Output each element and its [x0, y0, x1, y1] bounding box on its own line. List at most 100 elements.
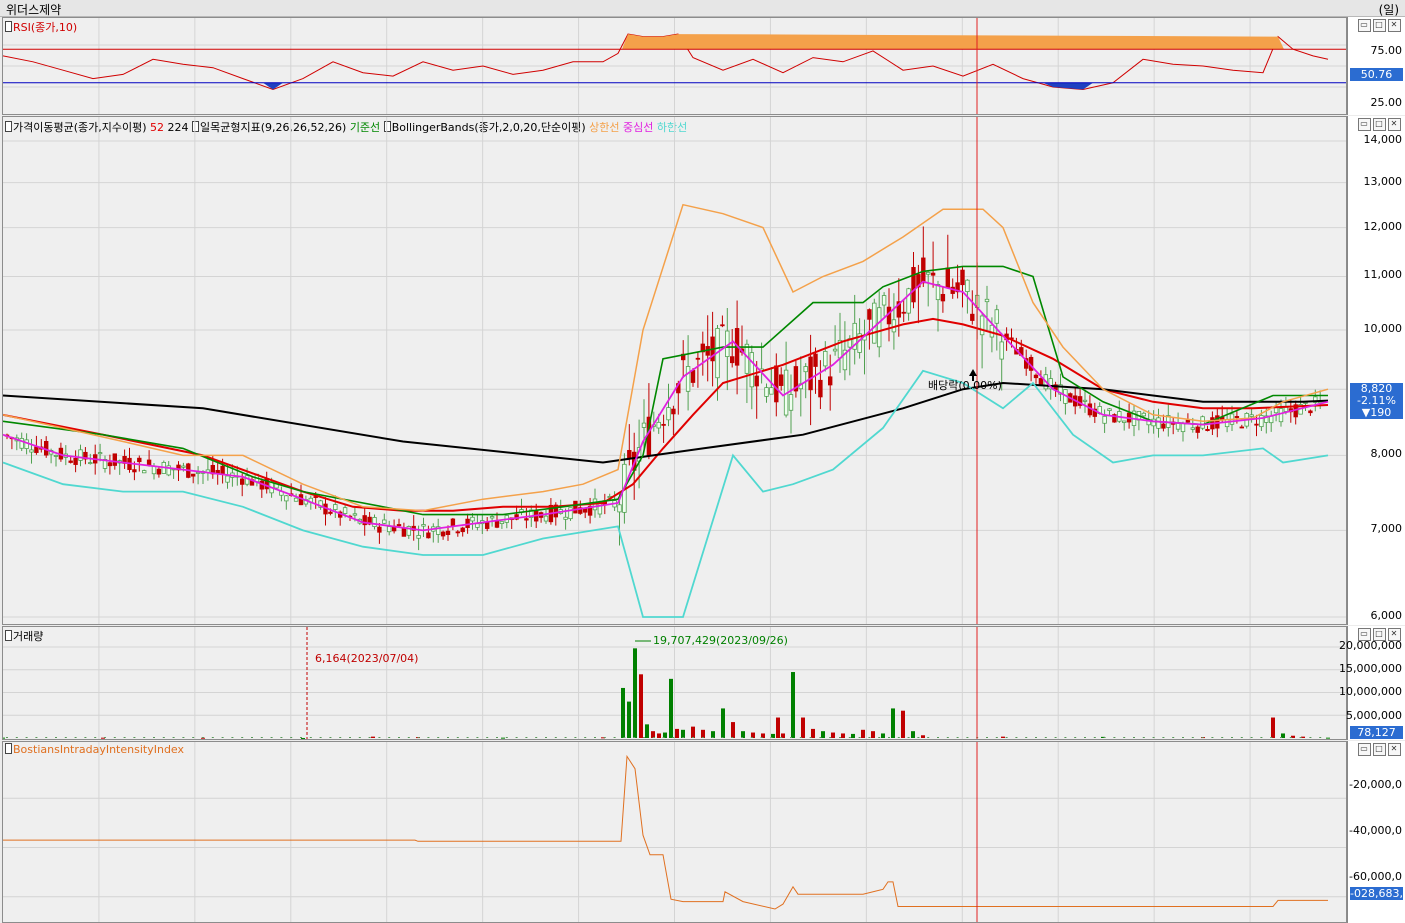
restore-icon[interactable]: ▭ — [1358, 743, 1371, 756]
volume-bar-small — [701, 737, 704, 738]
volume-bar — [791, 672, 795, 738]
period-label[interactable]: (일) — [1379, 1, 1399, 18]
candle-body — [984, 298, 990, 303]
candle-body — [1239, 426, 1244, 429]
volume-bar-small — [1250, 737, 1253, 738]
volume-bar-small — [1289, 737, 1292, 738]
candle-body — [877, 307, 882, 348]
volume-bar-small — [290, 737, 293, 738]
volume-bar-small — [937, 737, 939, 738]
close-icon[interactable]: ✕ — [1388, 118, 1401, 131]
volume-bar-small — [349, 737, 351, 738]
restore-icon[interactable]: ▭ — [1358, 118, 1371, 131]
volume-bar — [681, 729, 685, 738]
candle-body — [524, 518, 529, 521]
volume-bar-small — [133, 737, 136, 738]
candle-body — [823, 350, 828, 367]
volume-bar-small — [790, 737, 792, 738]
volume-bar-small — [1162, 737, 1165, 738]
volume-bar-small — [329, 737, 332, 738]
candle-body — [970, 313, 975, 321]
volume-bar-small — [799, 737, 802, 738]
candle-body — [803, 366, 808, 373]
volume-bar-small — [153, 737, 155, 738]
volume-bar-small — [946, 737, 949, 738]
candle-body — [1122, 420, 1127, 423]
candle-body — [926, 272, 931, 275]
candle-body — [940, 293, 946, 302]
candle-body — [445, 530, 451, 535]
volume-bar-small — [1074, 737, 1077, 738]
candle-body — [34, 446, 39, 453]
price-pane[interactable]: 가격이동평균(종가,지수이평) 52 224 일목균형지표(9,26,26,52… — [2, 116, 1347, 625]
close-icon[interactable]: ✕ — [1388, 19, 1401, 32]
volume-bar-small — [1113, 737, 1116, 738]
maximize-icon[interactable]: □ — [1373, 19, 1386, 32]
candle-body — [181, 465, 186, 468]
candle-body — [107, 462, 113, 467]
volume-bar-small — [1240, 737, 1243, 738]
candle-body — [239, 478, 245, 485]
close-icon[interactable]: ✕ — [1388, 743, 1401, 756]
price-tick: 11,000 — [1363, 268, 1403, 282]
volume-pane[interactable]: 거래량 19,707,429(2023/09/26) 6,164(2023/07… — [2, 626, 1347, 740]
dividend-annotation: 배당락(0.00%) — [928, 379, 1002, 392]
volume-bar-small — [55, 737, 57, 738]
volume-bar — [627, 701, 631, 738]
candle-body — [695, 357, 701, 360]
volume-bar-small — [221, 737, 224, 738]
maximize-icon[interactable]: □ — [1373, 118, 1386, 131]
candle-body — [421, 524, 426, 527]
volume-axis: ▭ □ ✕ 20,000,000 15,000,000 10,000,000 5,0… — [1339, 626, 1405, 740]
volume-bar — [1001, 736, 1005, 738]
volume-bar-small — [143, 737, 146, 738]
volume-bar-small — [1201, 737, 1204, 738]
candle-body — [450, 518, 456, 527]
candle-body — [1161, 423, 1166, 429]
volume-bar-small — [878, 737, 881, 738]
restore-icon[interactable]: ▭ — [1358, 19, 1371, 32]
volume-bar — [891, 708, 895, 738]
volume-bar-small — [280, 737, 283, 738]
volume-bar-small — [848, 737, 851, 738]
volume-bar — [633, 648, 637, 738]
volume-bar-small — [496, 737, 498, 738]
volume-bar-small — [692, 737, 694, 738]
candle-body — [499, 521, 505, 524]
candle-body — [671, 408, 676, 415]
volume-bar-small — [162, 737, 165, 738]
volume-current-badge: 78,127 — [1350, 726, 1403, 739]
price-current-badge: 8,820 -2.11% ▼190 — [1350, 383, 1403, 419]
volume-bar-small — [731, 737, 734, 738]
volume-bar-small — [966, 737, 969, 738]
candle-body — [1249, 414, 1254, 417]
candle-body — [563, 516, 568, 520]
candle-body — [1151, 418, 1156, 427]
volume-bar-small — [1133, 737, 1135, 738]
volume-bar-small — [486, 737, 489, 738]
rsi-oversold-area — [263, 82, 283, 90]
volume-bar-small — [123, 737, 126, 738]
volume-bar — [657, 733, 661, 738]
dividend-arrow-icon — [969, 369, 977, 376]
maximize-icon[interactable]: □ — [1373, 743, 1386, 756]
candle-body — [156, 468, 162, 475]
volume-bar — [691, 726, 695, 738]
volume-bar — [811, 728, 815, 738]
candle-body — [132, 469, 137, 473]
bii-pane[interactable]: BostiansIntradayIntensityIndex — [2, 741, 1347, 923]
candle-body — [137, 457, 142, 463]
bii-chart — [3, 742, 1346, 922]
candle-body — [661, 423, 666, 426]
candle-body — [1278, 408, 1284, 423]
candle-body — [930, 272, 936, 276]
candle-body — [808, 356, 813, 391]
volume-bar — [651, 731, 655, 738]
price-tick: 8,000 — [1370, 447, 1403, 461]
volume-bar — [821, 731, 825, 738]
volume-bar — [711, 731, 715, 738]
rsi-pane[interactable]: RSI(종가,10) — [2, 17, 1347, 115]
volume-bar-small — [113, 737, 116, 738]
candle-body — [190, 473, 196, 477]
volume-min-label: 6,164(2023/07/04) — [315, 652, 419, 665]
